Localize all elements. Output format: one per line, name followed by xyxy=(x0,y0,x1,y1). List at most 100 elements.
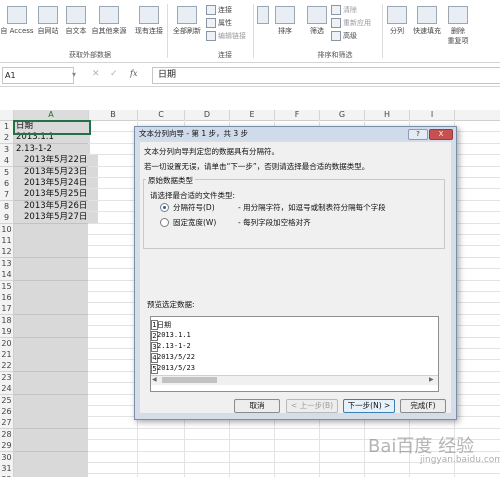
cell-a[interactable] xyxy=(14,337,88,350)
row-header[interactable]: 1 xyxy=(0,121,14,133)
cell-a[interactable] xyxy=(14,280,88,293)
cell-a[interactable]: 2013年5月26日 xyxy=(14,200,98,213)
name-box-dropdown-icon[interactable]: ▾ xyxy=(72,70,76,79)
column-header-c[interactable]: C xyxy=(138,110,185,121)
existing-connections-button[interactable]: 现有连接 xyxy=(132,6,166,36)
row-header[interactable]: 10 xyxy=(0,223,14,236)
connections-item[interactable]: 连接 xyxy=(206,5,232,15)
cell-a[interactable] xyxy=(14,314,88,327)
cell-a[interactable] xyxy=(14,292,88,304)
cell-a[interactable]: 2013年5月22日 xyxy=(14,155,98,168)
row-header[interactable]: 6 xyxy=(0,178,14,190)
sort-button[interactable]: 排序 xyxy=(273,6,297,36)
cell-a[interactable]: 2013年5月25日 xyxy=(14,189,98,202)
row-header[interactable]: 15 xyxy=(0,280,14,293)
cancel-entry-icon[interactable]: ✕ xyxy=(92,69,100,79)
row-header[interactable]: 14 xyxy=(0,269,14,282)
cell-a[interactable] xyxy=(14,440,88,453)
properties-item[interactable]: 属性 xyxy=(206,18,232,28)
sort-az-button[interactable] xyxy=(256,6,270,26)
delimited-radio[interactable] xyxy=(160,203,169,212)
row-header[interactable]: 16 xyxy=(0,292,14,304)
column-header-j[interactable] xyxy=(455,110,500,121)
formula-input[interactable]: 日期 xyxy=(152,67,500,84)
row-header[interactable]: 26 xyxy=(0,406,14,418)
cell-a[interactable]: 2013年5月23日 xyxy=(14,166,98,179)
cell-a[interactable] xyxy=(14,349,88,361)
horizontal-scroll-thumb[interactable] xyxy=(162,377,217,383)
row-header[interactable]: 27 xyxy=(0,417,14,430)
row-header[interactable]: 12 xyxy=(0,246,14,259)
fixed-width-radio[interactable] xyxy=(160,218,169,227)
row-header[interactable]: 11 xyxy=(0,235,14,247)
preview-horizontal-scrollbar[interactable]: ◀ ▶ xyxy=(151,375,438,385)
column-header-b[interactable]: B xyxy=(89,110,138,121)
column-header-e[interactable]: E xyxy=(230,110,275,121)
text-to-columns-button[interactable]: 分列 xyxy=(385,6,409,36)
row-header[interactable]: 24 xyxy=(0,383,14,396)
select-all-corner[interactable] xyxy=(0,110,14,121)
filter-button[interactable]: 筛选 xyxy=(306,6,328,36)
column-header-g[interactable]: G xyxy=(320,110,365,121)
cell-a[interactable]: 2.13-1-2 xyxy=(14,143,90,156)
row-header[interactable]: 3 xyxy=(0,143,14,156)
row-header[interactable]: 30 xyxy=(0,451,14,464)
cancel-button[interactable]: 取消 xyxy=(234,399,280,413)
cell-a[interactable] xyxy=(14,246,88,259)
row-header[interactable]: 13 xyxy=(0,257,14,270)
from-access-button[interactable]: 自 Access xyxy=(0,6,34,36)
from-web-button[interactable]: 自网站 xyxy=(34,6,62,36)
finish-button[interactable]: 完成(F) xyxy=(400,399,446,413)
row-header[interactable]: 18 xyxy=(0,314,14,327)
advanced-filter-item[interactable]: 高级 xyxy=(331,31,357,41)
cell-a[interactable] xyxy=(14,406,88,418)
help-button[interactable]: ? xyxy=(408,129,428,140)
preview-vertical-scrollbar[interactable]: ▲ ▼ xyxy=(438,317,439,375)
name-box[interactable]: A1 xyxy=(2,67,74,84)
row-header[interactable]: 8 xyxy=(0,200,14,213)
row-header[interactable]: 19 xyxy=(0,326,14,339)
row-header[interactable]: 31 xyxy=(0,463,14,475)
row-header[interactable]: 29 xyxy=(0,440,14,453)
close-button[interactable]: X xyxy=(429,129,453,140)
row-header[interactable]: 20 xyxy=(0,337,14,350)
remove-duplicates-button[interactable]: 删除 重复项 xyxy=(445,6,471,46)
cell-a[interactable] xyxy=(14,371,88,384)
refresh-all-button[interactable]: 全部刷新 xyxy=(170,6,204,36)
scroll-left-icon[interactable]: ◀ xyxy=(152,376,157,383)
flash-fill-button[interactable]: 快速填充 xyxy=(410,6,444,36)
column-header-f[interactable]: F xyxy=(275,110,320,121)
row-header[interactable]: 28 xyxy=(0,428,14,441)
from-other-sources-button[interactable]: 自其他来源 xyxy=(90,6,128,36)
clear-filter-item[interactable]: 清除 xyxy=(331,5,357,15)
row-header[interactable]: 22 xyxy=(0,360,14,373)
cell-a[interactable] xyxy=(14,223,88,236)
cell-a[interactable] xyxy=(14,326,88,339)
row-header[interactable]: 25 xyxy=(0,394,14,407)
confirm-entry-icon[interactable]: ✓ xyxy=(110,69,118,79)
cell-a[interactable] xyxy=(14,383,88,396)
cell-a[interactable] xyxy=(14,463,88,475)
column-header-i[interactable]: I xyxy=(410,110,455,121)
cell-a[interactable] xyxy=(14,394,88,407)
cell-a[interactable] xyxy=(14,360,88,373)
cell-a[interactable] xyxy=(14,257,88,270)
cell-a[interactable] xyxy=(14,269,88,282)
row-header[interactable]: 21 xyxy=(0,349,14,361)
row-header[interactable]: 17 xyxy=(0,303,14,316)
cell-a[interactable]: 2013年5月27日 xyxy=(14,212,98,225)
cell-a[interactable] xyxy=(14,428,88,441)
row-header[interactable]: 7 xyxy=(0,189,14,202)
cell-a[interactable] xyxy=(14,303,88,316)
data-preview-box[interactable]: 1 日期 2 2013.1.1 3 2.13-1-2 4 2013/5/22 5 2013/5/2… xyxy=(150,316,439,392)
row-header[interactable]: 5 xyxy=(0,166,14,179)
column-header-h[interactable]: H xyxy=(365,110,410,121)
cell-a[interactable] xyxy=(14,451,88,464)
edit-links-item[interactable]: 编辑链接 xyxy=(206,31,246,41)
from-text-button[interactable]: 自文本 xyxy=(62,6,90,36)
fixed-width-option-label[interactable]: 固定宽度(W) xyxy=(173,217,216,228)
scroll-right-icon[interactable]: ▶ xyxy=(429,376,434,383)
delimited-option-label[interactable]: 分隔符号(D) xyxy=(173,202,215,213)
column-header-d[interactable]: D xyxy=(185,110,230,121)
cell-a[interactable] xyxy=(14,235,88,247)
